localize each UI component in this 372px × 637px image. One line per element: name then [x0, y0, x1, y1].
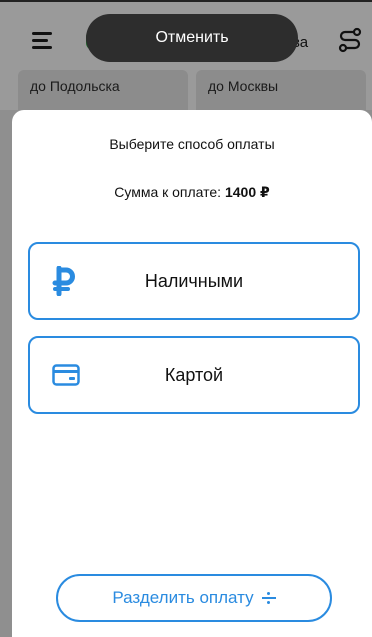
sum-row: Сумма к оплате: 1400 ₽ — [12, 184, 372, 201]
divide-icon — [261, 591, 276, 605]
cancel-toast-label: Отменить — [155, 29, 229, 46]
payment-sheet: Выберите способ оплаты Сумма к оплате: 1… — [12, 110, 372, 637]
menu-icon[interactable] — [32, 32, 54, 50]
destination-card-moscow[interactable]: до Москвы — [196, 70, 366, 110]
cancel-toast[interactable]: Отменить — [86, 14, 298, 62]
credit-card-icon — [52, 364, 80, 386]
pay-cash-label: Наличными — [144, 270, 244, 291]
split-payment-button[interactable]: Разделить оплату — [56, 574, 332, 622]
sum-label: Сумма к оплате: — [114, 184, 222, 200]
destination-label: до Подольска — [30, 78, 120, 94]
pay-card-button[interactable]: Картой — [28, 336, 360, 414]
ruble-icon — [52, 266, 75, 296]
destination-card-podolsk[interactable]: до Подольска — [18, 70, 188, 110]
pay-cash-button[interactable]: Наличными — [28, 242, 360, 320]
route-icon[interactable] — [336, 26, 364, 54]
split-payment-label: Разделить оплату — [112, 588, 254, 607]
sheet-title: Выберите способ оплаты — [109, 136, 275, 152]
destination-label: до Москвы — [208, 78, 279, 94]
destinations-row: до Подольска до Москвы — [0, 66, 372, 110]
pay-card-label: Картой — [164, 364, 224, 385]
sum-value: 1400 ₽ — [224, 184, 270, 200]
